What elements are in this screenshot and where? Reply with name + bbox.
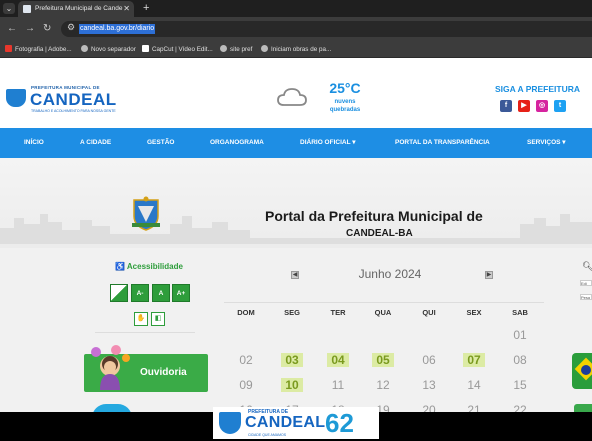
vlibras-icon[interactable]: ◧ <box>151 312 165 326</box>
ouvidoria-label: Ouvidoria <box>140 367 187 378</box>
calendar-day[interactable]: 07 <box>463 353 485 367</box>
contrast-toggle[interactable] <box>110 284 128 302</box>
bookmark-item[interactable]: Novo separador <box>81 44 136 55</box>
back-arrow-icon[interactable]: ← <box>7 22 17 36</box>
crest-icon <box>6 89 26 107</box>
twitter-icon[interactable]: t <box>554 100 566 112</box>
calendar-month: Junho 2024 <box>358 267 422 281</box>
nav-a-cidade[interactable]: A CIDADE <box>80 128 111 158</box>
overlay-logo-name: CANDEAL <box>245 414 326 431</box>
weekday-header: QUA <box>374 308 392 317</box>
edition-field[interactable]: Edi <box>580 280 592 286</box>
address-toolbar: ← → ↻ ⚙ candeal.ba.gov.br/diario <box>0 17 592 41</box>
chat-banner[interactable] <box>92 404 132 412</box>
calendar-next-button[interactable]: ▶ <box>485 271 493 279</box>
forward-arrow-icon[interactable]: → <box>25 22 35 36</box>
tab-title: Prefeitura Municipal de Cande <box>35 5 123 12</box>
bookmark-item[interactable]: CapCut | Vídeo Edit... <box>142 44 213 55</box>
ouvidoria-mascot-icon <box>91 345 130 390</box>
calendar-day[interactable]: 14 <box>463 378 485 392</box>
calendar-day[interactable]: 21 <box>463 403 485 412</box>
nav-portal-transparencia[interactable]: PORTAL DA TRANSPARÊNCIA <box>395 128 490 158</box>
anniversary-number: 62 <box>325 408 354 438</box>
hero-banner: Portal da Prefeitura Municipal de CANDEA… <box>0 158 592 248</box>
search-icon[interactable]: 🔍︎ <box>582 261 592 272</box>
brazil-flag-banner[interactable] <box>572 353 592 389</box>
bookmark-item[interactable]: site pref <box>220 44 252 55</box>
weather-condition: nuvens quebradas <box>320 98 370 114</box>
calendar-day[interactable]: 12 <box>372 378 394 392</box>
site-header: PREFEITURA MUNICIPAL DE CANDEAL TRABALHO… <box>0 58 592 128</box>
portal-subtitle: CANDEAL-BA <box>346 228 413 239</box>
url-text[interactable]: candeal.ba.gov.br/diario <box>79 24 156 34</box>
youtube-icon[interactable]: ▶ <box>518 100 530 112</box>
overlay-logo-tagline: CIDADE QUE AMAMOS <box>248 433 287 437</box>
font-reset-button[interactable]: A <box>152 284 170 302</box>
logo-name: CANDEAL <box>30 90 117 109</box>
favicon-icon <box>23 5 31 13</box>
sign-language-icon[interactable]: ✋ <box>134 312 148 326</box>
search-field[interactable]: Pesq <box>580 294 592 300</box>
font-increase-button[interactable]: A+ <box>172 284 190 302</box>
instagram-icon[interactable]: ◎ <box>536 100 548 112</box>
side-banner[interactable] <box>574 404 592 412</box>
facebook-icon[interactable]: f <box>500 100 512 112</box>
url-field[interactable]: ⚙ candeal.ba.gov.br/diario <box>61 21 592 37</box>
nav-organograma[interactable]: ORGANOGRAMA <box>210 128 264 158</box>
calendar-divider <box>224 302 544 303</box>
weekday-header: DOM <box>237 308 255 317</box>
calendar-day[interactable]: 11 <box>327 378 349 392</box>
crest-icon <box>219 412 241 434</box>
font-decrease-button[interactable]: A- <box>131 284 149 302</box>
weekday-header: QUI <box>422 308 436 317</box>
calendar-day[interactable]: 08 <box>509 353 531 367</box>
accessibility-icon: ♿ <box>115 262 125 271</box>
calendar-day[interactable]: 09 <box>235 378 257 392</box>
bookmark-item[interactable]: Iniciam obras de pa... <box>261 44 331 55</box>
accessibility-text: Acessibilidade <box>126 262 183 271</box>
weekday-header: TER <box>330 308 346 317</box>
calendar-day[interactable]: 22 <box>509 403 531 412</box>
calendar-prev-button[interactable]: ◀ <box>291 271 299 279</box>
calendar-day[interactable]: 13 <box>418 378 440 392</box>
divider <box>95 332 195 333</box>
cloud-icon <box>277 88 307 106</box>
calendar-day[interactable]: 06 <box>418 353 440 367</box>
browser-tab-bar: ⌄ Prefeitura Municipal de Cande ✕ + <box>0 0 592 17</box>
temperature: 25°C <box>329 80 361 96</box>
calendar-day[interactable]: 15 <box>509 378 531 392</box>
municipal-crest-icon <box>132 196 160 231</box>
social-title: SIGA A PREFEITURA <box>495 84 581 94</box>
reload-icon[interactable]: ↻ <box>43 22 51 36</box>
calendar-day[interactable]: 01 <box>509 328 531 342</box>
condition-line: quebradas <box>329 107 361 113</box>
calendar-day[interactable]: 04 <box>327 353 349 367</box>
tab-close-icon[interactable]: ✕ <box>123 1 130 17</box>
calendar-day[interactable]: 05 <box>372 353 394 367</box>
bookmarks-bar: Fotografia | Adobe... Novo separador Cap… <box>0 41 592 58</box>
nav-inicio[interactable]: INÍCIO <box>24 128 44 158</box>
bookmark-item[interactable]: Fotografia | Adobe... <box>5 44 72 55</box>
calendar-day[interactable]: 20 <box>418 403 440 412</box>
calendar-day[interactable]: 02 <box>235 353 257 367</box>
nav-gestao[interactable]: GESTÃO <box>147 128 174 158</box>
condition-line: nuvens <box>334 99 356 105</box>
weekday-header: SEG <box>284 308 300 317</box>
nav-diario-oficial[interactable]: DIÁRIO OFICIAL ▾ <box>300 128 356 158</box>
tab-search-icon[interactable]: ⌄ <box>3 3 15 14</box>
web-page: PREFEITURA MUNICIPAL DE CANDEAL TRABALHO… <box>0 58 592 412</box>
accessibility-label[interactable]: ♿ Acessibilidade <box>115 262 183 271</box>
calendar-day[interactable]: 03 <box>281 353 303 367</box>
main-nav: INÍCIO A CIDADE GESTÃO ORGANOGRAMA DIÁRI… <box>0 128 592 158</box>
calendar-day[interactable]: 10 <box>281 378 303 392</box>
candeal-62-logo: PREFEITURA DE CANDEAL 62 CIDADE QUE AMAM… <box>213 407 379 439</box>
portal-title: Portal da Prefeitura Municipal de <box>265 208 483 224</box>
site-info-icon[interactable]: ⚙ <box>67 22 75 33</box>
new-tab-button[interactable]: + <box>143 1 149 15</box>
browser-tab[interactable]: Prefeitura Municipal de Cande ✕ <box>18 1 134 17</box>
nav-servicos[interactable]: SERVIÇOS ▾ <box>527 128 566 158</box>
weekday-header: SEX <box>466 308 482 317</box>
weekday-header: SAB <box>512 308 528 317</box>
logo-tagline: TRABALHO E ACOLHIMENTO PARA NOSSA GENTE <box>31 109 116 113</box>
